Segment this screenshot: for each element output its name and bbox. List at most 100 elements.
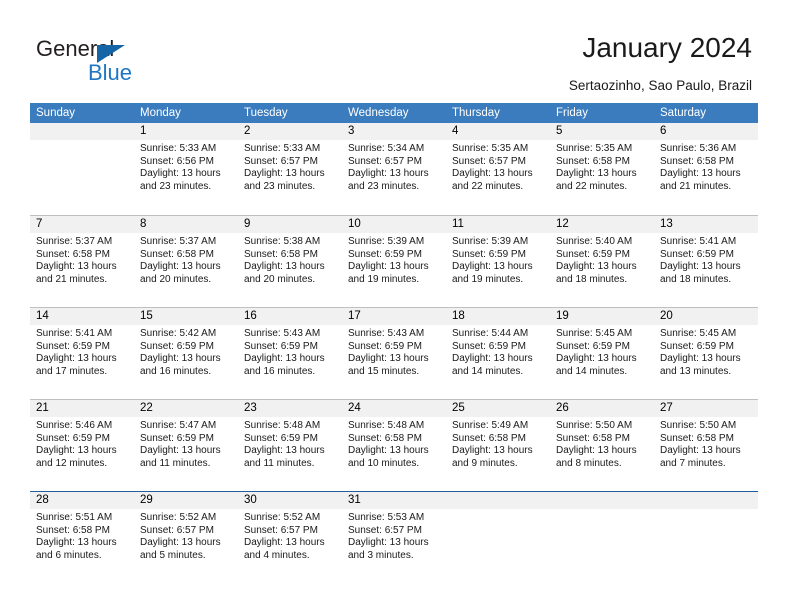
sunset-text: Sunset: 6:58 PM (556, 432, 630, 444)
daylight-text-line1: Daylight: 13 hours (556, 445, 637, 457)
day-number (550, 492, 654, 509)
daylight-text-line2: and 18 minutes. (660, 273, 732, 285)
day-details: Sunrise: 5:33 AM Sunset: 6:57 PM Dayligh… (238, 140, 342, 193)
day-cell[interactable]: 1 Sunrise: 5:33 AM Sunset: 6:56 PM Dayli… (134, 123, 238, 215)
day-cell[interactable]: 12 Sunrise: 5:40 AM Sunset: 6:59 PM Dayl… (550, 216, 654, 307)
sunrise-text: Sunrise: 5:45 AM (660, 328, 737, 339)
page-header: General Blue January 2024 Sertaozinho, S… (0, 0, 792, 103)
day-number: 30 (238, 492, 342, 509)
day-number: 11 (446, 216, 550, 233)
day-number: 9 (238, 216, 342, 233)
daylight-text-line1: Daylight: 13 hours (452, 445, 533, 457)
day-cell[interactable]: 5 Sunrise: 5:35 AM Sunset: 6:58 PM Dayli… (550, 123, 654, 215)
weekday-header-row: Sunday Monday Tuesday Wednesday Thursday… (30, 103, 758, 123)
day-number: 31 (342, 492, 446, 509)
sunrise-text: Sunrise: 5:43 AM (244, 328, 321, 339)
day-cell[interactable]: 28 Sunrise: 5:51 AM Sunset: 6:58 PM Dayl… (30, 492, 134, 583)
sunrise-text: Sunrise: 5:34 AM (348, 143, 425, 154)
day-details: Sunrise: 5:45 AM Sunset: 6:59 PM Dayligh… (550, 325, 654, 378)
day-cell[interactable]: 10 Sunrise: 5:39 AM Sunset: 6:59 PM Dayl… (342, 216, 446, 307)
day-cell[interactable]: 22 Sunrise: 5:47 AM Sunset: 6:59 PM Dayl… (134, 400, 238, 491)
day-cell[interactable]: 29 Sunrise: 5:52 AM Sunset: 6:57 PM Dayl… (134, 492, 238, 583)
day-cell[interactable]: 15 Sunrise: 5:42 AM Sunset: 6:59 PM Dayl… (134, 308, 238, 399)
sunrise-text: Sunrise: 5:45 AM (556, 328, 633, 339)
day-cell[interactable]: 13 Sunrise: 5:41 AM Sunset: 6:59 PM Dayl… (654, 216, 758, 307)
daylight-text-line1: Daylight: 13 hours (140, 445, 221, 457)
day-cell[interactable]: 21 Sunrise: 5:46 AM Sunset: 6:59 PM Dayl… (30, 400, 134, 491)
sunset-text: Sunset: 6:57 PM (244, 155, 318, 167)
day-cell[interactable]: 9 Sunrise: 5:38 AM Sunset: 6:58 PM Dayli… (238, 216, 342, 307)
day-details: Sunrise: 5:48 AM Sunset: 6:58 PM Dayligh… (342, 417, 446, 470)
day-number: 5 (550, 123, 654, 140)
day-cell[interactable] (30, 123, 134, 215)
day-cell[interactable]: 20 Sunrise: 5:45 AM Sunset: 6:59 PM Dayl… (654, 308, 758, 399)
day-details: Sunrise: 5:37 AM Sunset: 6:58 PM Dayligh… (30, 233, 134, 286)
day-cell[interactable]: 24 Sunrise: 5:48 AM Sunset: 6:58 PM Dayl… (342, 400, 446, 491)
day-cell[interactable]: 25 Sunrise: 5:49 AM Sunset: 6:58 PM Dayl… (446, 400, 550, 491)
daylight-text-line2: and 23 minutes. (348, 180, 420, 192)
day-cell[interactable]: 8 Sunrise: 5:37 AM Sunset: 6:58 PM Dayli… (134, 216, 238, 307)
sunset-text: Sunset: 6:57 PM (452, 155, 526, 167)
day-number: 6 (654, 123, 758, 140)
sunrise-text: Sunrise: 5:38 AM (244, 236, 321, 247)
calendar-page: General Blue January 2024 Sertaozinho, S… (0, 0, 792, 612)
daylight-text-line1: Daylight: 13 hours (452, 353, 533, 365)
daylight-text-line2: and 16 minutes. (244, 365, 316, 377)
day-number: 4 (446, 123, 550, 140)
day-cell[interactable]: 14 Sunrise: 5:41 AM Sunset: 6:59 PM Dayl… (30, 308, 134, 399)
day-details: Sunrise: 5:43 AM Sunset: 6:59 PM Dayligh… (342, 325, 446, 378)
day-number (446, 492, 550, 509)
page-subtitle-location: Sertaozinho, Sao Paulo, Brazil (568, 78, 752, 93)
sunrise-text: Sunrise: 5:44 AM (452, 328, 529, 339)
day-cell[interactable]: 7 Sunrise: 5:37 AM Sunset: 6:58 PM Dayli… (30, 216, 134, 307)
day-details: Sunrise: 5:35 AM Sunset: 6:57 PM Dayligh… (446, 140, 550, 193)
weekday-header-wednesday: Wednesday (348, 107, 409, 119)
sunset-text: Sunset: 6:58 PM (244, 248, 318, 260)
day-details: Sunrise: 5:44 AM Sunset: 6:59 PM Dayligh… (446, 325, 550, 378)
day-cell[interactable]: 19 Sunrise: 5:45 AM Sunset: 6:59 PM Dayl… (550, 308, 654, 399)
day-number: 14 (30, 308, 134, 325)
daylight-text-line2: and 20 minutes. (140, 273, 212, 285)
daylight-text-line2: and 3 minutes. (348, 549, 414, 561)
day-number: 15 (134, 308, 238, 325)
sunrise-text: Sunrise: 5:42 AM (140, 328, 217, 339)
day-cell[interactable]: 16 Sunrise: 5:43 AM Sunset: 6:59 PM Dayl… (238, 308, 342, 399)
daylight-text-line2: and 22 minutes. (452, 180, 524, 192)
day-details: Sunrise: 5:50 AM Sunset: 6:58 PM Dayligh… (550, 417, 654, 470)
day-cell[interactable]: 27 Sunrise: 5:50 AM Sunset: 6:58 PM Dayl… (654, 400, 758, 491)
day-details (446, 509, 550, 512)
day-number: 21 (30, 400, 134, 417)
day-cell[interactable]: 30 Sunrise: 5:52 AM Sunset: 6:57 PM Dayl… (238, 492, 342, 583)
day-cell[interactable] (550, 492, 654, 583)
day-cell[interactable]: 23 Sunrise: 5:48 AM Sunset: 6:59 PM Dayl… (238, 400, 342, 491)
day-cell[interactable]: 6 Sunrise: 5:36 AM Sunset: 6:58 PM Dayli… (654, 123, 758, 215)
day-cell[interactable] (654, 492, 758, 583)
weekday-header-monday: Monday (140, 107, 181, 119)
sunrise-text: Sunrise: 5:41 AM (36, 328, 113, 339)
sunrise-text: Sunrise: 5:37 AM (36, 236, 113, 247)
day-cell[interactable]: 4 Sunrise: 5:35 AM Sunset: 6:57 PM Dayli… (446, 123, 550, 215)
daylight-text-line1: Daylight: 13 hours (36, 353, 117, 365)
day-details: Sunrise: 5:33 AM Sunset: 6:56 PM Dayligh… (134, 140, 238, 193)
sunset-text: Sunset: 6:57 PM (348, 524, 422, 536)
sunset-text: Sunset: 6:59 PM (348, 248, 422, 260)
week-row: 21 Sunrise: 5:46 AM Sunset: 6:59 PM Dayl… (30, 399, 758, 491)
daylight-text-line2: and 8 minutes. (556, 457, 622, 469)
daylight-text-line2: and 19 minutes. (452, 273, 524, 285)
day-cell[interactable]: 31 Sunrise: 5:53 AM Sunset: 6:57 PM Dayl… (342, 492, 446, 583)
day-cell[interactable]: 18 Sunrise: 5:44 AM Sunset: 6:59 PM Dayl… (446, 308, 550, 399)
day-cell[interactable]: 26 Sunrise: 5:50 AM Sunset: 6:58 PM Dayl… (550, 400, 654, 491)
daylight-text-line2: and 13 minutes. (660, 365, 732, 377)
day-cell[interactable]: 17 Sunrise: 5:43 AM Sunset: 6:59 PM Dayl… (342, 308, 446, 399)
day-cell[interactable] (446, 492, 550, 583)
day-details: Sunrise: 5:40 AM Sunset: 6:59 PM Dayligh… (550, 233, 654, 286)
day-cell[interactable]: 3 Sunrise: 5:34 AM Sunset: 6:57 PM Dayli… (342, 123, 446, 215)
day-cell[interactable]: 2 Sunrise: 5:33 AM Sunset: 6:57 PM Dayli… (238, 123, 342, 215)
general-blue-logo[interactable]: General Blue (36, 36, 196, 88)
sunset-text: Sunset: 6:57 PM (348, 155, 422, 167)
day-number: 23 (238, 400, 342, 417)
daylight-text-line1: Daylight: 13 hours (36, 261, 117, 273)
day-number: 20 (654, 308, 758, 325)
day-cell[interactable]: 11 Sunrise: 5:39 AM Sunset: 6:59 PM Dayl… (446, 216, 550, 307)
week-row: 14 Sunrise: 5:41 AM Sunset: 6:59 PM Dayl… (30, 307, 758, 399)
